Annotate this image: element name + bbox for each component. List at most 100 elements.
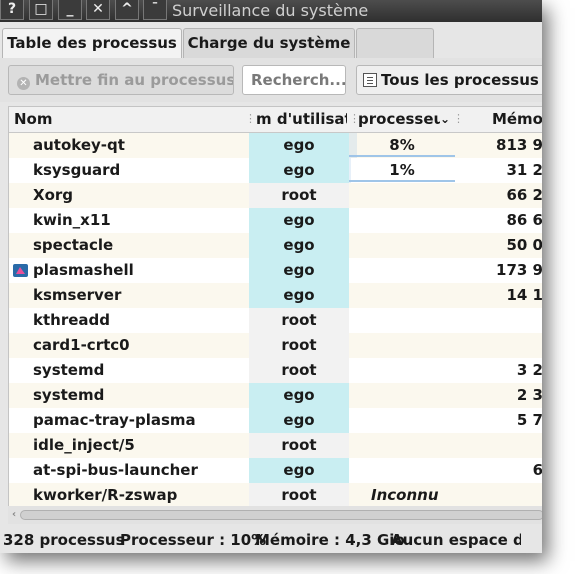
process-memory: 50 0 <box>506 236 542 254</box>
process-memory <box>455 483 542 507</box>
list-icon <box>363 73 377 87</box>
process-user: ego <box>249 133 349 158</box>
process-cpu <box>349 183 455 208</box>
process-name: ksmserver <box>33 286 122 304</box>
process-user: root <box>249 333 349 358</box>
column-header-user[interactable]: m d'utilisate <box>256 107 347 132</box>
process-name: kthreadd <box>33 311 110 329</box>
table-row[interactable]: kwin_x11 ego 86 6 <box>9 208 542 233</box>
column-header-name[interactable]: Nom <box>14 107 244 132</box>
process-memory: 3 2 <box>516 361 542 379</box>
tab-empty <box>356 28 434 58</box>
process-name: at-spi-bus-launcher <box>33 461 198 479</box>
process-name: spectacle <box>33 236 114 254</box>
process-cpu <box>349 458 455 483</box>
table-row[interactable]: ksmserver ego 14 1 <box>9 283 542 308</box>
horizontal-scrollbar[interactable]: ‹ <box>8 506 542 524</box>
process-name: pamac-tray-plasma <box>33 411 196 429</box>
table-row[interactable]: plasmashell ego 173 9 <box>9 258 542 283</box>
process-cpu <box>349 208 455 233</box>
column-header-cpu[interactable]: processeu <box>358 107 440 132</box>
sort-chevron-down-icon: ⌄ <box>440 112 451 126</box>
status-bar: 328 processus Processeur : 10% Mémoire :… <box>0 528 542 553</box>
process-name: Xorg <box>33 186 74 204</box>
process-memory: 2 3 <box>516 386 542 404</box>
process-memory: 31 2 <box>506 161 542 179</box>
table-row[interactable]: kworker/R-zswap root Inconnu <box>9 483 542 507</box>
end-process-button[interactable]: ✕ Mettre fin au processus... <box>8 65 234 95</box>
process-cpu <box>349 358 455 383</box>
status-memory: Mémoire : 4,3 Gio <box>255 531 405 549</box>
process-memory: 86 6 <box>506 211 542 229</box>
process-cpu <box>349 308 455 333</box>
window-title: Surveillance du système <box>172 1 369 20</box>
close-button[interactable]: ✕ <box>86 0 110 20</box>
end-process-label: Mettre fin au processus... <box>35 71 234 89</box>
process-memory <box>455 333 542 358</box>
title-bar: ? □ _ ✕ ^ ¯ Surveillance du système <box>0 0 542 22</box>
process-memory: 813 9 <box>496 136 542 154</box>
process-user: ego <box>249 458 349 483</box>
table-row[interactable]: at-spi-bus-launcher ego 6 <box>9 458 542 483</box>
table-row[interactable]: kthreadd root <box>9 308 542 333</box>
process-name: systemd <box>33 361 105 379</box>
table-row[interactable]: spectacle ego 50 0 <box>9 233 542 258</box>
process-cpu <box>349 283 455 308</box>
process-table: Nom ⋮ m d'utilisate ⋮ processeu ⌄ ⋮ Mémo… <box>8 106 542 507</box>
process-cpu: 8% <box>349 133 455 158</box>
process-user: root <box>249 358 349 383</box>
process-name: card1-crtc0 <box>33 336 130 354</box>
process-user: root <box>249 183 349 208</box>
process-memory <box>455 433 542 458</box>
process-memory: 5 7 <box>516 411 542 429</box>
search-input[interactable]: Recherch... <box>242 65 346 95</box>
tab-system-load[interactable]: Charge du système <box>183 28 355 58</box>
maximize-button[interactable]: □ <box>29 0 53 20</box>
process-name: idle_inject/5 <box>33 436 135 454</box>
stop-icon: ✕ <box>17 77 30 90</box>
system-monitor-window: ? □ _ ✕ ^ ¯ Surveillance du système Tabl… <box>0 0 542 553</box>
column-resize-handle[interactable]: ⋮ <box>453 113 464 125</box>
plasma-icon <box>13 263 28 277</box>
process-memory: 173 9 <box>496 261 542 279</box>
keep-above-button[interactable]: ^ <box>115 0 139 20</box>
process-user: root <box>249 483 349 507</box>
process-user: ego <box>249 208 349 233</box>
process-name: ksysguard <box>33 161 121 179</box>
scrollbar-thumb[interactable] <box>20 510 542 520</box>
table-row[interactable]: idle_inject/5 root <box>9 433 542 458</box>
table-row[interactable]: Xorg root 66 2 <box>9 183 542 208</box>
help-button[interactable]: ? <box>0 0 24 20</box>
column-resize-handle[interactable]: ⋮ <box>245 113 256 125</box>
table-row[interactable]: pamac-tray-plasma ego 5 7 <box>9 408 542 433</box>
process-user: ego <box>249 158 349 183</box>
table-row[interactable]: card1-crtc0 root <box>9 333 542 358</box>
process-cpu <box>349 333 455 358</box>
process-memory: 66 2 <box>506 186 542 204</box>
process-memory: 6 <box>532 461 542 479</box>
table-row[interactable]: systemd root 3 2 <box>9 358 542 383</box>
process-user: ego <box>249 283 349 308</box>
process-cpu <box>349 433 455 458</box>
minimize-button[interactable]: _ <box>58 0 82 20</box>
tab-process-table[interactable]: Table des processus <box>2 28 182 59</box>
table-row[interactable]: systemd ego 2 3 <box>9 383 542 408</box>
process-memory: 14 1 <box>506 286 542 304</box>
column-header-memory[interactable]: Mémo <box>467 107 542 132</box>
scroll-left-arrow-icon[interactable]: ‹ <box>8 507 20 523</box>
process-user: root <box>249 433 349 458</box>
process-user: ego <box>249 258 349 283</box>
process-filter-dropdown[interactable]: Tous les processus <box>356 65 542 95</box>
process-cpu: Inconnu <box>371 486 439 504</box>
process-cpu <box>349 408 455 433</box>
table-header: Nom ⋮ m d'utilisate ⋮ processeu ⌄ ⋮ Mémo <box>9 107 542 133</box>
process-user: ego <box>249 383 349 408</box>
process-cpu <box>349 383 455 408</box>
process-cpu <box>349 258 455 283</box>
table-row[interactable]: ksysguard ego 1% 31 2 <box>9 158 542 183</box>
process-user: ego <box>249 408 349 433</box>
table-row[interactable]: autokey-qt ego 8% 813 9 <box>9 133 542 158</box>
process-name: plasmashell <box>33 261 134 279</box>
keep-below-button[interactable]: ¯ <box>143 0 167 20</box>
process-name: kwin_x11 <box>33 211 111 229</box>
